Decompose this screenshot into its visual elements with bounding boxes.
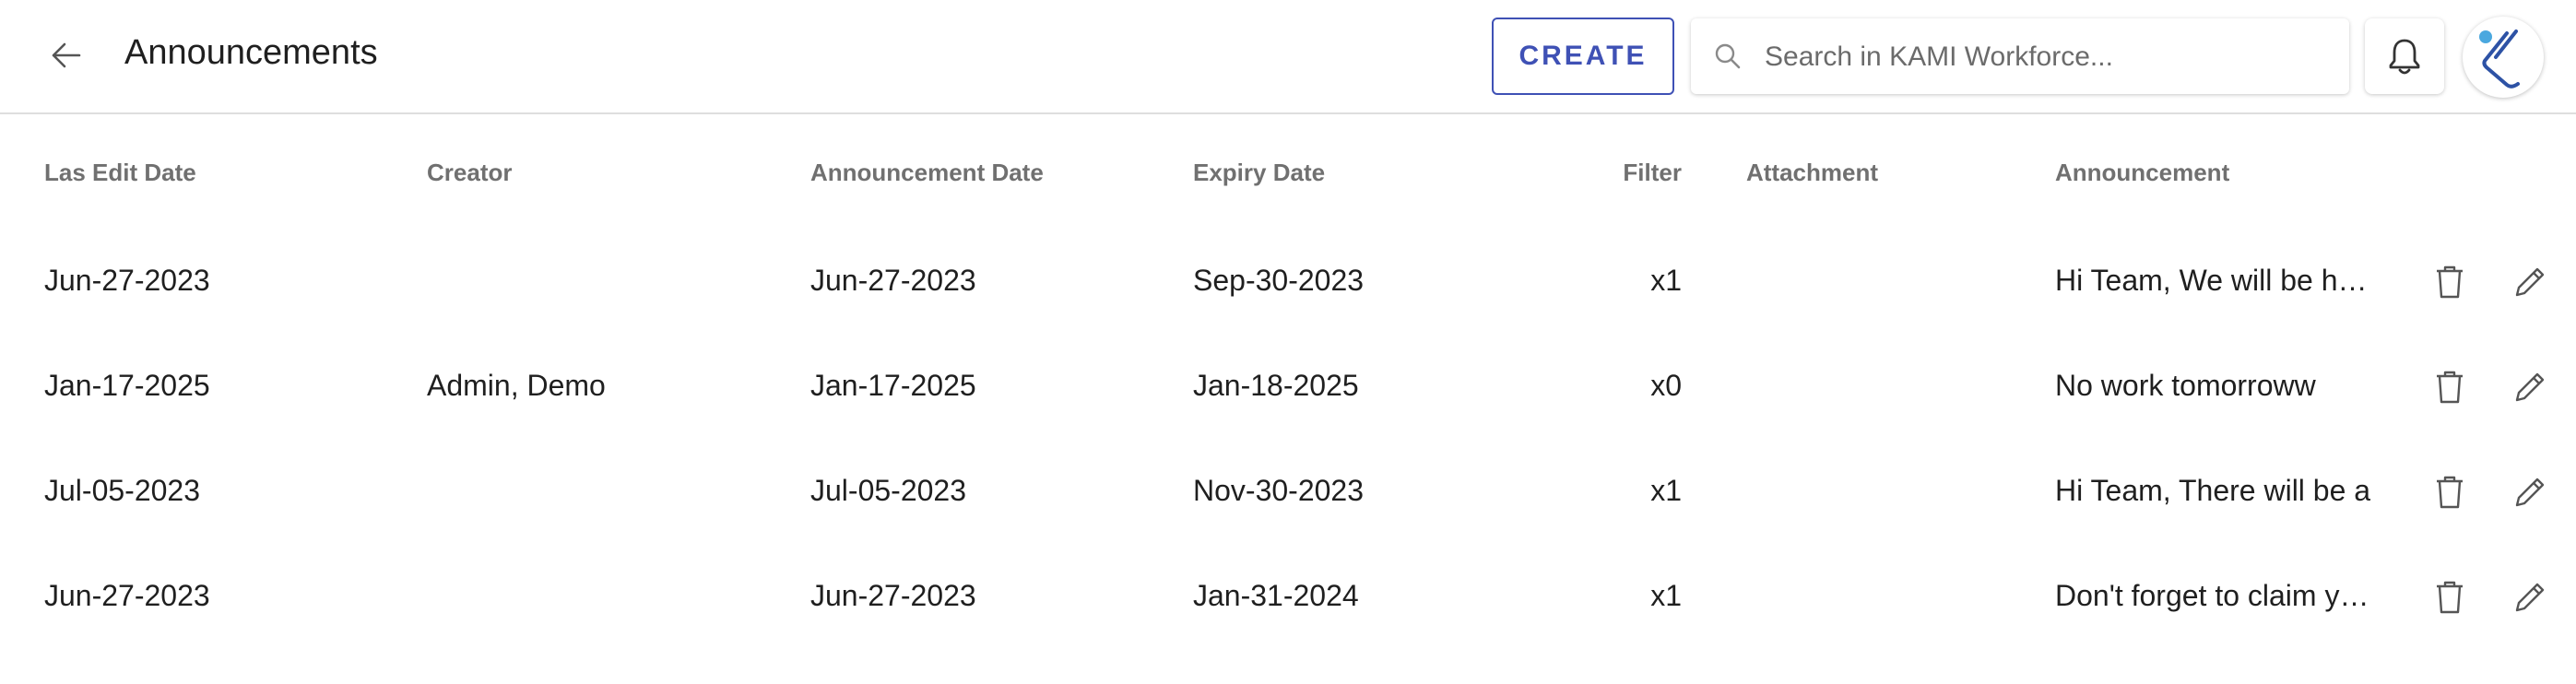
edit-button[interactable]	[2510, 262, 2550, 302]
arrow-left-icon	[52, 42, 81, 68]
cell-announcement: Hi Team, There will be a	[2055, 474, 2371, 507]
cell-filter: x0	[1650, 369, 1682, 402]
cell-creator: Admin, Demo	[427, 369, 606, 402]
cell-filter: x1	[1650, 474, 1682, 507]
pencil-icon	[2515, 478, 2545, 507]
app-header: Announcements CREATE	[0, 0, 2576, 114]
user-avatar[interactable]	[2463, 17, 2544, 98]
column-header-expiry-date[interactable]: Expiry Date	[1193, 159, 1325, 187]
cell-last-edit-date: Jul-05-2023	[44, 474, 200, 507]
cell-last-edit-date: Jun-27-2023	[44, 579, 210, 612]
page-title: Announcements	[124, 33, 378, 72]
cell-expiry-date: Jan-31-2024	[1193, 579, 1359, 612]
trash-icon	[2437, 476, 2463, 509]
column-header-filter[interactable]: Filter	[1475, 159, 1682, 187]
edit-button[interactable]	[2510, 472, 2550, 513]
cell-announcement-date: Jul-05-2023	[810, 474, 966, 507]
cell-expiry-date: Nov-30-2023	[1193, 474, 1364, 507]
search-box	[1691, 18, 2349, 96]
column-header-announcement[interactable]: Announcement	[2055, 159, 2229, 187]
trash-icon	[2437, 581, 2463, 614]
pencil-icon	[2515, 583, 2545, 612]
trash-icon	[2437, 371, 2463, 404]
notifications-button[interactable]	[2365, 18, 2444, 94]
cell-last-edit-date: Jan-17-2025	[44, 369, 210, 402]
cell-last-edit-date: Jun-27-2023	[44, 264, 210, 297]
delete-button[interactable]	[2429, 262, 2470, 302]
pencil-icon	[2515, 372, 2545, 402]
column-header-attachment[interactable]: Attachment	[1746, 159, 1878, 187]
delete-button[interactable]	[2429, 367, 2470, 407]
cell-expiry-date: Jan-18-2025	[1193, 369, 1359, 402]
column-header-announcement-date[interactable]: Announcement Date	[810, 159, 1044, 187]
cell-announcement: Don't forget to claim your	[2055, 579, 2373, 612]
pencil-icon	[2515, 267, 2545, 297]
column-header-creator[interactable]: Creator	[427, 159, 512, 187]
cell-filter: x1	[1650, 264, 1682, 297]
create-button[interactable]: CREATE	[1492, 18, 1674, 95]
edit-button[interactable]	[2510, 367, 2550, 407]
delete-button[interactable]	[2429, 472, 2470, 513]
cell-announcement-date: Jun-27-2023	[810, 264, 976, 297]
search-icon	[1715, 43, 1741, 69]
edit-button[interactable]	[2510, 577, 2550, 618]
delete-button[interactable]	[2429, 577, 2470, 618]
column-header-last-edit-date[interactable]: Las Edit Date	[44, 159, 196, 187]
cell-announcement: No work tomorroww	[2055, 369, 2316, 402]
cell-expiry-date: Sep-30-2023	[1193, 264, 1365, 297]
search-input[interactable]	[1763, 18, 2329, 96]
cell-announcement-date: Jun-27-2023	[810, 579, 976, 612]
cell-filter: x1	[1650, 579, 1682, 612]
trash-icon	[2437, 265, 2463, 299]
bell-icon	[2389, 39, 2420, 75]
kami-logo-icon	[2479, 29, 2520, 88]
cell-announcement-date: Jan-17-2025	[810, 369, 976, 402]
back-button[interactable]	[48, 37, 85, 74]
cell-announcement: Hi Team, We will be having	[2055, 264, 2373, 297]
